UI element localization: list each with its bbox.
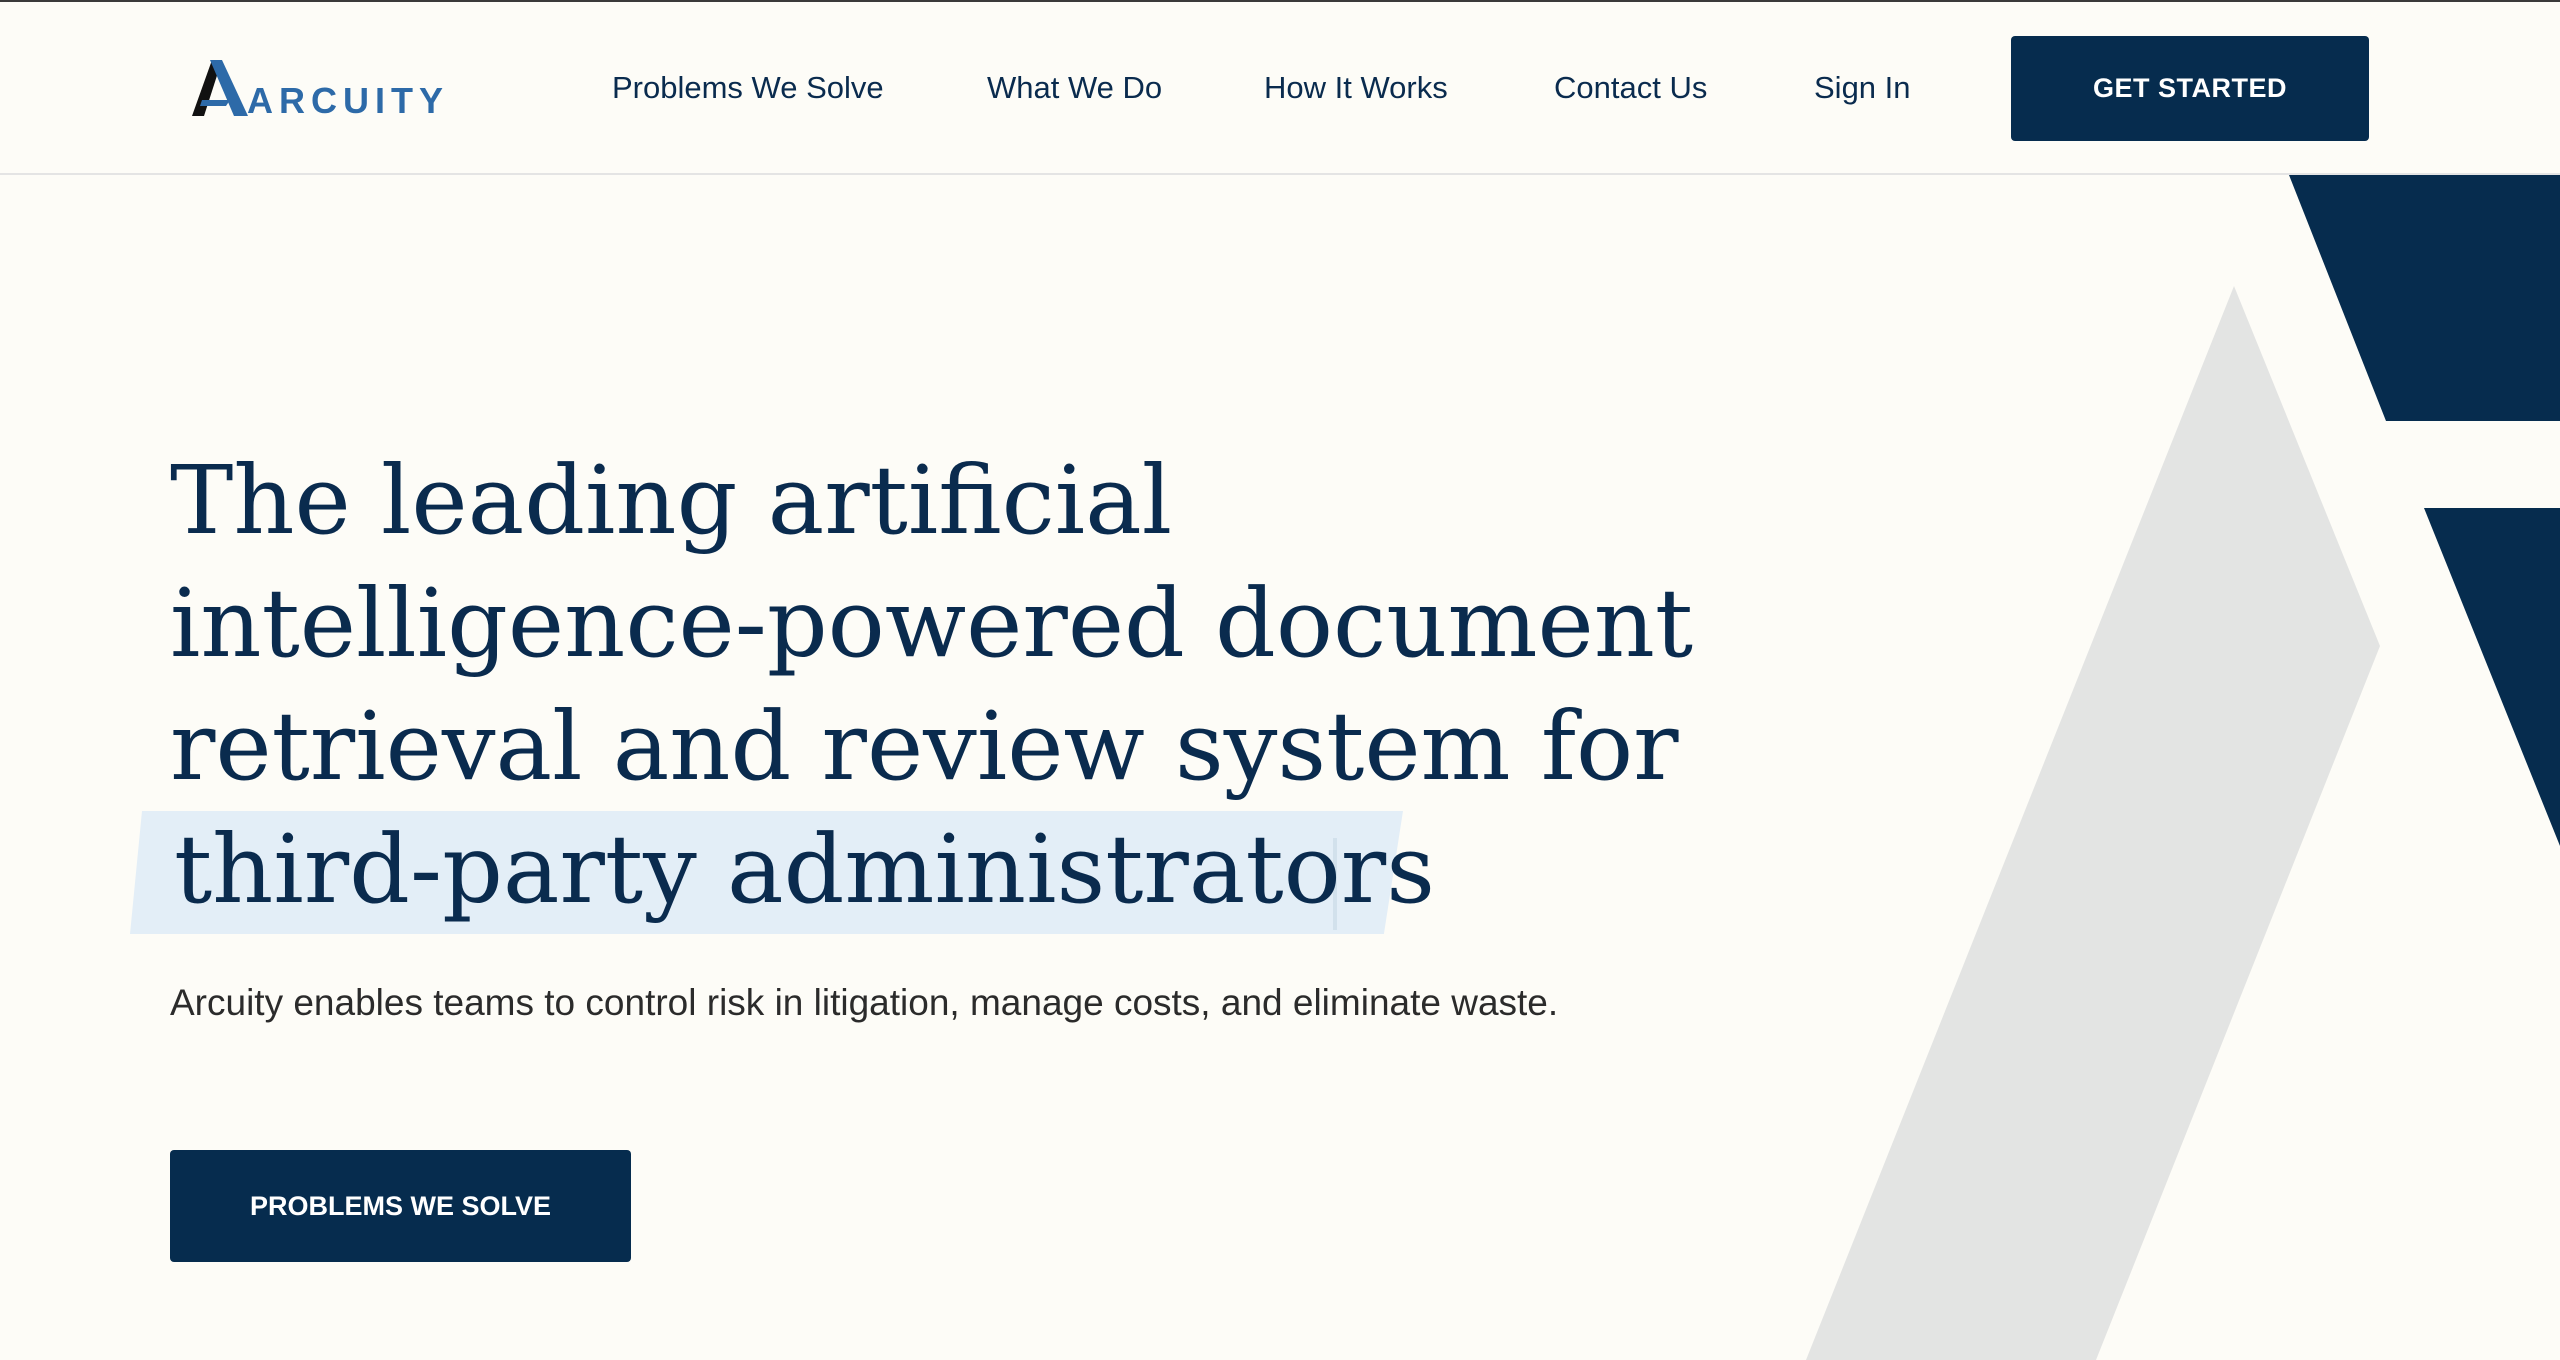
get-started-button[interactable]: GET STARTED bbox=[2011, 36, 2369, 141]
arcuity-logo[interactable]: ARCUITY bbox=[190, 60, 443, 122]
problems-we-solve-button[interactable]: PROBLEMS WE SOLVE bbox=[170, 1150, 631, 1262]
nav-problems-we-solve[interactable]: Problems We Solve bbox=[612, 70, 884, 106]
hero-title-line: The leading artificial bbox=[170, 446, 1173, 556]
nav-contact-us[interactable]: Contact Us bbox=[1554, 70, 1707, 106]
hero-subtitle: Arcuity enables teams to control risk in… bbox=[170, 982, 1559, 1023]
deco-navy-shape-top bbox=[2289, 175, 2560, 421]
hero-title-line: retrieval and review system for bbox=[170, 692, 1679, 802]
logo-mark-icon bbox=[192, 60, 248, 116]
nav-how-it-works[interactable]: How It Works bbox=[1264, 70, 1448, 106]
logo-wordmark: ARCUITY bbox=[247, 80, 449, 121]
site-header: ARCUITY Problems We Solve What We Do How… bbox=[0, 2, 2560, 175]
hero-title: The leading artificial intelligence-powe… bbox=[170, 440, 1694, 932]
nav-sign-in[interactable]: Sign In bbox=[1814, 70, 1911, 106]
nav-what-we-do[interactable]: What We Do bbox=[987, 70, 1162, 106]
deco-navy-shape-bottom bbox=[2424, 508, 2560, 846]
hero-title-line: intelligence-powered document bbox=[170, 569, 1694, 679]
hero-title-line-highlighted: third-party administrators bbox=[174, 815, 1435, 925]
deco-grey-chevron bbox=[1806, 286, 2380, 1360]
